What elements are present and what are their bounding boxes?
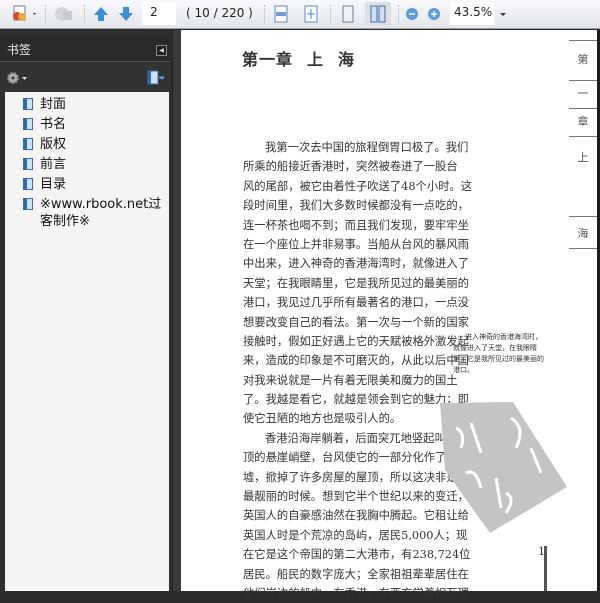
seal-stamp-watermark [440, 402, 567, 533]
single-page-icon [342, 5, 354, 23]
fit-page-button[interactable] [300, 4, 322, 24]
text-line: 来，造成的印象是不可磨灭的，从此以后中国 [243, 354, 469, 368]
text-line: 香港沿海岸躺着，后面突兀地竖起叫做山 [265, 431, 469, 445]
text-line: 他们岸边的船中。在香港，东西方学着相互理 [243, 586, 469, 600]
thumb-divider [569, 248, 597, 249]
create-pdf-button[interactable] [8, 4, 40, 24]
text-line: 对我来说就是一片有着无限美和魔力的国土 [243, 373, 458, 387]
chapter-title-char: 海 [338, 50, 356, 69]
new-bookmark-icon[interactable] [146, 69, 166, 87]
zoom-level-input[interactable]: 43.5% [450, 2, 494, 25]
globe-icon [55, 7, 72, 21]
side-note: 进入神奇的香港海湾时， 就像进入了天堂，在我眼睛 里，它是我所见过的最美丽的 港口。 [453, 332, 544, 376]
zoom-dropdown[interactable] [497, 4, 509, 24]
bookmark-item[interactable]: 书名 [5, 114, 169, 134]
text-line: 在它是这个帝国的第二大港市，有238,724位 [243, 548, 471, 562]
bookmark-icon [23, 138, 33, 150]
bookmark-icon [23, 198, 33, 210]
bookmark-label: ※www.rbook.net过客制作※ [40, 197, 162, 229]
create-document-icon [13, 5, 36, 21]
single-page-view-button[interactable] [337, 4, 359, 24]
bookmark-item[interactable]: 版权 [5, 134, 169, 154]
text-line: 墟，掀掉了许多房屋的屋顶，所以这决非是它 [243, 470, 469, 484]
text-line: 进入神奇的香港海湾时， [465, 333, 542, 341]
fit-width-icon [274, 5, 288, 23]
bookmark-label: 版权 [40, 137, 67, 152]
arrow-down-icon [119, 7, 133, 21]
text-line: 港口，我见过几乎所有最著名的港口，一点没 [243, 296, 469, 310]
thumb-index: 第 [569, 40, 597, 78]
chapter-title-char: 上 [307, 50, 325, 69]
page-number-input[interactable]: 2 [142, 2, 176, 25]
fit-width-button[interactable] [270, 4, 292, 24]
zoom-in-button[interactable] [425, 4, 443, 24]
text-line: 接触时，假如正好遇上它的天赋被格外激发起 [243, 334, 469, 348]
text-line: 中出来，进入神奇的香港海湾时，就像进入了 [243, 257, 469, 271]
bookmark-item[interactable]: 前言 [5, 154, 169, 174]
text-line: 使它丑陋的地方也是吸引人的。 [243, 412, 402, 426]
collapse-panel-button[interactable]: ◀ [156, 45, 167, 56]
text-line: 就像进入了天堂，在我眼睛 [453, 344, 537, 352]
text-line: 了。我越是看它，就越是领会到它的魅力；即 [243, 393, 469, 407]
text-line: 里，它是我所见过的最美丽的 [453, 355, 544, 363]
bookmark-icon [23, 118, 33, 130]
two-page-icon [370, 5, 386, 23]
text-line: 港口。 [453, 366, 474, 374]
text-line: 居民。船民的数字庞大；全家祖祖辈辈居住在 [243, 567, 469, 581]
text-line: 想要改变自己的看法。第一次与一个新的国家 [243, 315, 469, 329]
arrow-up-icon [94, 7, 108, 21]
collaborate-button[interactable] [51, 4, 77, 24]
thumb-index: 上 [569, 136, 597, 214]
bookmark-icon [23, 178, 33, 190]
bookmarks-panel: 书签 ◀ 封面 书名 版权 前言 目录 ※www.rbook.net过客制作※ [0, 30, 172, 591]
bookmark-icon [23, 158, 33, 170]
text-line: 最靓丽的时候。想到它半个世纪以来的变迁， [243, 490, 469, 504]
bookmark-list: 封面 书名 版权 前言 目录 ※www.rbook.net过客制作※ [5, 92, 169, 591]
fit-page-icon [304, 5, 318, 23]
bookmark-label: 封面 [40, 97, 67, 112]
document-page: 第一章上海 我第一次去中国的旅程倒胃口极了。我们 所乘的船接近香港时，突然被卷进了… [181, 30, 597, 600]
bookmark-item[interactable]: 目录 [5, 174, 169, 194]
chapter-title: 第一章上海 [242, 46, 369, 70]
bookmark-item[interactable]: ※www.rbook.net过客制作※ [5, 194, 169, 231]
zoom-out-button[interactable] [403, 4, 421, 24]
options-gear-icon[interactable] [6, 70, 30, 86]
panel-splitter[interactable] [172, 30, 181, 591]
bookmark-label: 前言 [40, 157, 67, 172]
thumb-index: 章 [569, 108, 597, 134]
text-line: 英国人时是个荒凉的岛屿，居民5,000人；现 [243, 528, 468, 542]
thumb-index: 一 [569, 80, 597, 106]
bookmarks-toolbar [0, 64, 170, 92]
text-line: 在一个座位上并非易事。当船从台风的暴风雨 [243, 237, 469, 251]
chapter-body: 我第一次去中国的旅程倒胃口极了。我们所乘的船接近香港时，突然被卷进了一股台风的尾… [243, 138, 473, 603]
bookmarks-title: 书签 [7, 43, 32, 57]
text-line: 天堂；在我眼睛里，它是我所见过的最美丽的 [243, 276, 469, 290]
text-line: 英国人的自豪感油然在我胸中腾起。它租让给 [243, 509, 469, 523]
page-count: ( 10 / 220 ) [186, 6, 253, 20]
zoom-in-icon [428, 8, 440, 20]
zoom-out-icon [406, 8, 418, 20]
text-line: 风的尾部，被它由着性子吹送了48个小时。这 [243, 179, 473, 193]
chapter-number: 第一章 [242, 50, 294, 69]
thumb-index: 海 [569, 216, 597, 246]
bookmark-icon [23, 98, 33, 110]
toolbar: 2 ( 10 / 220 ) 43.5% [0, 0, 600, 29]
bookmark-label: 目录 [40, 177, 67, 192]
chevron-down-icon [500, 13, 506, 16]
bookmark-label: 书名 [40, 117, 67, 132]
text-line: 顶的悬崖峭壁，台风使它的一部分化作了废 [243, 451, 458, 465]
text-line: 段时间里，我们大多数时候都没有一点吃的， [243, 199, 469, 213]
bookmarks-header: 书签 ◀ [0, 36, 170, 62]
text-line: 连一杯茶也喝不到；而且我们发现，要牢牢坐 [243, 218, 469, 232]
text-line: 我第一次去中国的旅程倒胃口极了。我们 [265, 141, 469, 154]
bookmark-item[interactable]: 封面 [5, 94, 169, 114]
previous-page-button[interactable] [90, 4, 112, 24]
next-page-button[interactable] [115, 4, 137, 24]
page-edge-bar [544, 546, 547, 591]
text-line: 所乘的船接近香港时，突然被卷进了一股台 [243, 160, 458, 174]
two-page-view-button[interactable] [365, 2, 391, 26]
